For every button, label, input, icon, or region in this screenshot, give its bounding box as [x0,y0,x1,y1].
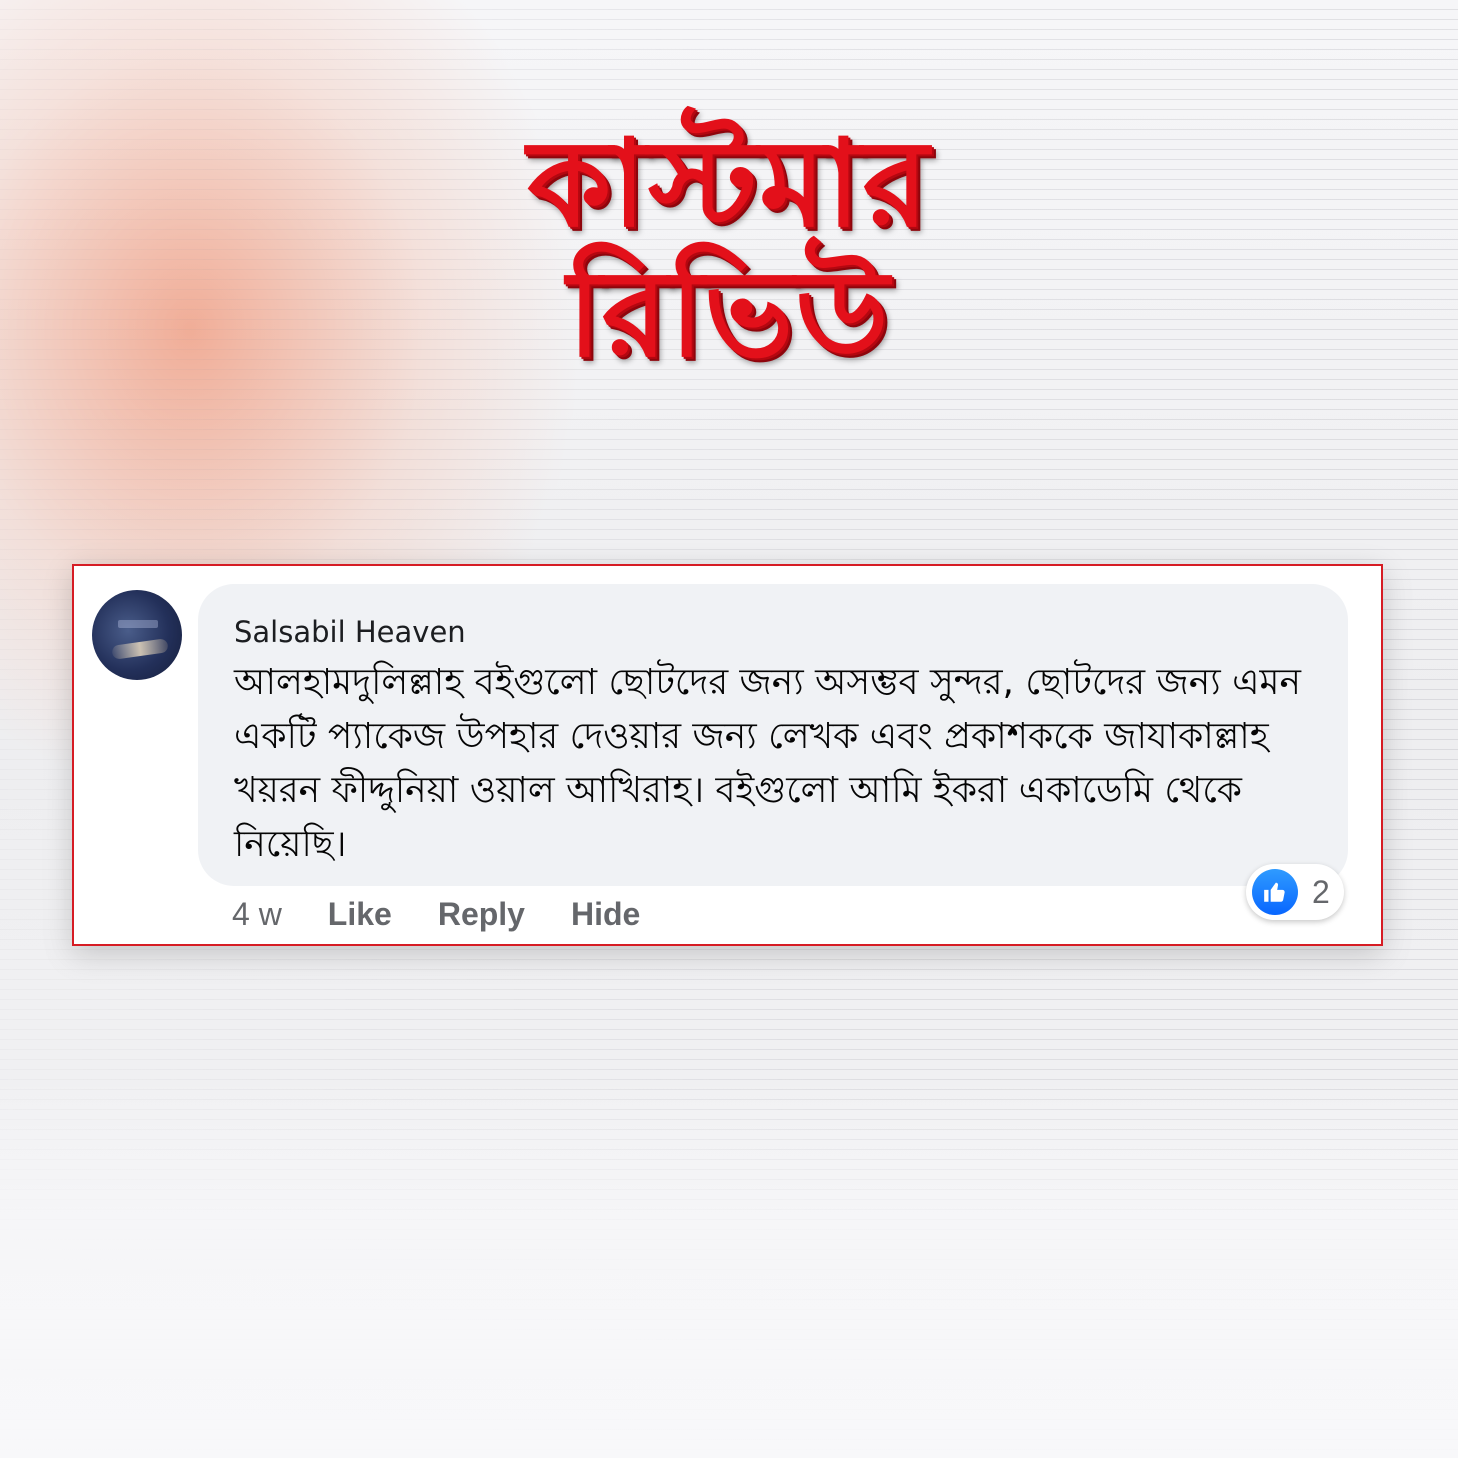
comment-bubble: Salsabil Heaven আলহামদুলিল্লাহ বইগুলো ছো… [198,584,1348,886]
avatar-text-mark [118,620,158,628]
background-haze [0,1080,1458,1458]
reaction-count: 2 [1312,873,1330,910]
comment-timestamp[interactable]: 4 w [232,896,282,933]
heading-line-2: রিভিউ [567,245,891,384]
reaction-summary[interactable]: 2 [1246,864,1344,920]
page-heading: কাস্টমার রিভিউ [0,120,1458,380]
comment-author[interactable]: Salsabil Heaven [234,614,1312,650]
thumbs-up-icon [1252,869,1298,915]
comment-card: Salsabil Heaven আলহামদুলিল্লাহ বইগুলো ছো… [72,564,1383,946]
reply-button[interactable]: Reply [438,896,525,933]
comment-text: আলহামদুলিল্লাহ বইগুলো ছোটদের জন্য অসম্ভব… [234,662,1301,865]
avatar-light-streak [111,638,169,660]
heading-line-1: কাস্টমার [527,115,931,254]
hide-button[interactable]: Hide [571,896,640,933]
like-button[interactable]: Like [328,896,392,933]
avatar[interactable] [92,590,182,680]
comment-meta: 4 w Like Reply Hide [232,896,686,933]
